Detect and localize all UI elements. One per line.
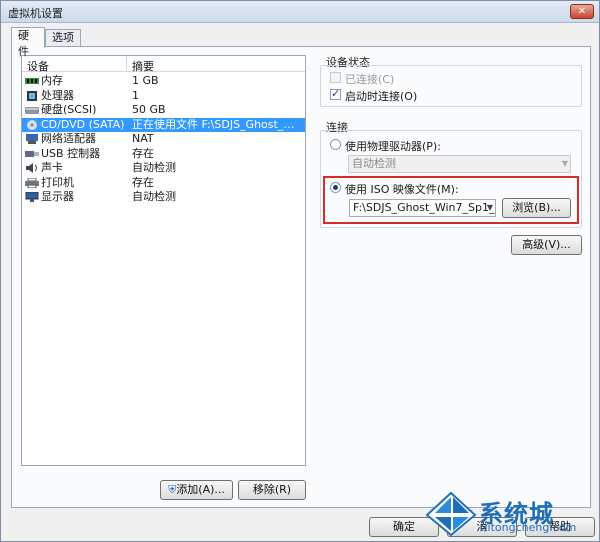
hardware-panel: 设备 摘要 内存 1 GB 处理器 1 硬盘(SCSI) 50 GB CD/DV… <box>11 46 591 508</box>
cd-dvd-icon <box>27 119 37 130</box>
device-name: 打印机 <box>41 175 74 189</box>
iso-path-input[interactable]: F:\SDJS_Ghost_Win7_Sp1_ ▼ <box>349 199 496 217</box>
device-name: CD/DVD (SATA) <box>41 117 125 131</box>
tab-options[interactable]: 选项 <box>45 29 81 47</box>
usb-icon <box>25 150 39 157</box>
device-name: USB 控制器 <box>41 146 101 160</box>
device-list[interactable]: 设备 摘要 内存 1 GB 处理器 1 硬盘(SCSI) 50 GB CD/DV… <box>21 55 306 466</box>
title-bar[interactable]: 虚拟机设置 ✕ <box>1 1 599 23</box>
device-row-memory[interactable]: 内存 1 GB <box>22 74 305 89</box>
remove-device-button[interactable]: 移除(R) <box>238 480 306 500</box>
display-icon <box>25 192 39 202</box>
physical-drive-select[interactable]: 自动检测 ▼ <box>348 155 571 173</box>
iso-path-value: F:\SDJS_Ghost_Win7_Sp1_ <box>353 201 495 214</box>
device-summary: NAT <box>132 132 154 145</box>
watermark-site: xitongcheng.com <box>481 521 577 534</box>
connected-label: 已连接(C) <box>345 73 395 86</box>
column-header-summary[interactable]: 摘要 <box>132 58 154 74</box>
physical-drive-value: 自动检测 <box>352 157 396 170</box>
device-summary: 1 <box>132 88 139 102</box>
device-name: 网络适配器 <box>41 132 96 145</box>
iso-image-label: 使用 ISO 映像文件(M): <box>345 183 459 196</box>
device-summary: 自动检测 <box>132 190 176 203</box>
chevron-down-icon: ▼ <box>561 159 568 168</box>
browse-button[interactable]: 浏览(B)... <box>502 198 571 218</box>
device-summary: 50 GB <box>132 103 166 116</box>
chevron-down-icon: ▼ <box>486 203 493 212</box>
device-row-processor[interactable]: 处理器 1 <box>22 89 305 104</box>
add-device-button[interactable]: ⛨添加(A)... <box>160 480 233 500</box>
tab-hardware[interactable]: 硬件 <box>11 27 45 58</box>
physical-drive-radio[interactable] <box>330 139 341 150</box>
device-summary: 存在 <box>132 175 154 189</box>
device-row-printer[interactable]: 打印机 存在 <box>22 176 305 191</box>
advanced-button[interactable]: 高级(V)... <box>511 235 582 255</box>
list-header: 设备 摘要 <box>22 56 305 74</box>
device-name: 处理器 <box>41 88 74 102</box>
device-summary: 存在 <box>132 146 154 160</box>
close-icon: ✕ <box>577 6 587 17</box>
device-row-network[interactable]: 网络适配器 NAT <box>22 132 305 147</box>
network-adapter-icon <box>26 134 38 144</box>
device-name: 硬盘(SCSI) <box>41 103 97 116</box>
connect-at-power-on-checkbox[interactable] <box>330 87 341 100</box>
watermark-logo-icon <box>425 491 477 537</box>
hard-disk-icon <box>25 107 39 114</box>
vm-settings-window: 虚拟机设置 ✕ 硬件 选项 设备 摘要 内存 1 GB 处理器 1 硬盘(SCS… <box>0 0 600 542</box>
device-name: 声卡 <box>41 161 63 174</box>
device-row-hard-disk[interactable]: 硬盘(SCSI) 50 GB <box>22 103 305 118</box>
connect-at-power-on-label: 启动时连接(O) <box>345 90 418 103</box>
device-row-sound[interactable]: 声卡 自动检测 <box>22 161 305 176</box>
connected-checkbox[interactable] <box>330 72 341 83</box>
device-name: 内存 <box>41 74 63 87</box>
device-name: 显示器 <box>41 190 74 203</box>
device-row-cd-dvd[interactable]: CD/DVD (SATA) 正在使用文件 F:\SDJS_Ghost_Win7.… <box>22 117 305 132</box>
device-row-display[interactable]: 显示器 自动检测 <box>22 190 305 205</box>
window-title: 虚拟机设置 <box>8 7 63 20</box>
close-button[interactable]: ✕ <box>570 4 594 19</box>
add-button-label: 添加(A)... <box>176 483 225 496</box>
device-row-usb[interactable]: USB 控制器 存在 <box>22 147 305 162</box>
sound-card-icon <box>26 163 37 173</box>
physical-drive-label: 使用物理驱动器(P): <box>345 140 441 153</box>
column-separator[interactable] <box>126 56 127 72</box>
iso-image-radio[interactable] <box>330 182 341 193</box>
processor-icon <box>27 90 37 101</box>
device-summary: 1 GB <box>132 74 159 87</box>
watermark: 系统城 xitongcheng.com <box>425 491 595 539</box>
printer-icon <box>25 177 39 188</box>
column-header-device[interactable]: 设备 <box>27 58 49 74</box>
device-summary: 正在使用文件 F:\SDJS_Ghost_Win7... <box>132 117 304 131</box>
memory-icon <box>25 78 39 84</box>
device-summary: 自动检测 <box>132 161 176 174</box>
